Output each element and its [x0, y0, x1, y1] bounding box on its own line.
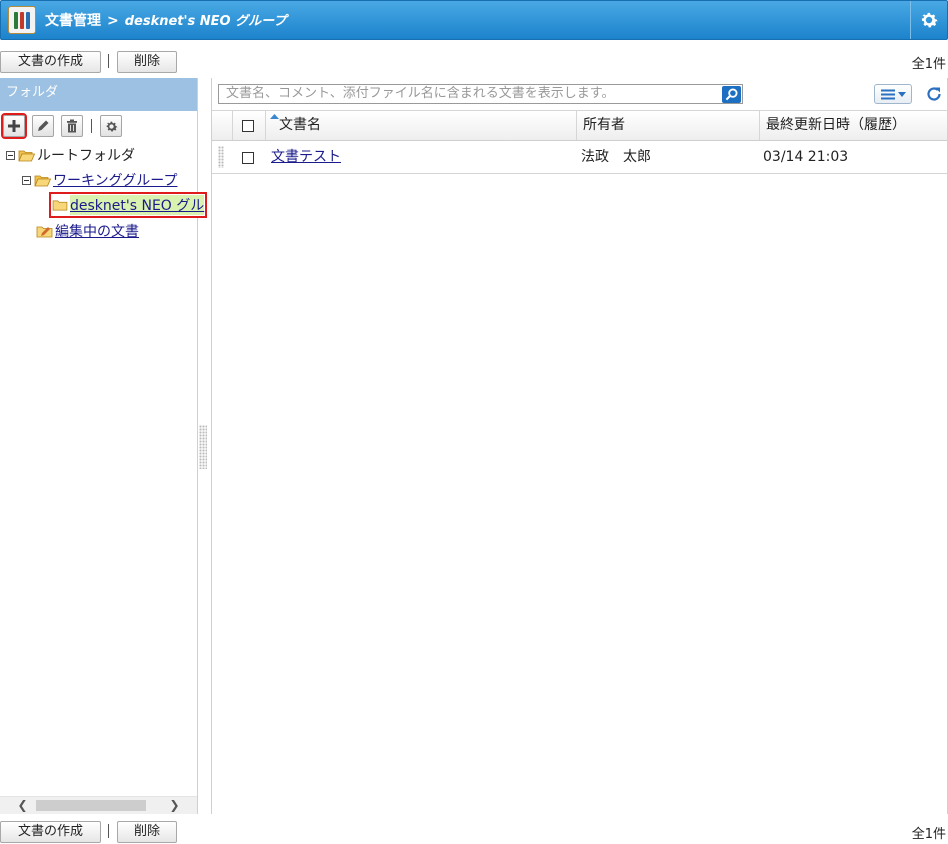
- trash-icon: [67, 119, 77, 133]
- search-input[interactable]: 文書名、コメント、添付ファイル名に含まれる文書を表示します。: [218, 84, 743, 104]
- current-folder-title: desknet's NEO グループ: [124, 14, 287, 29]
- scrollbar-thumb[interactable]: [36, 800, 146, 811]
- tree-item-selected-folder[interactable]: desknet's NEO グル: [49, 192, 208, 218]
- search-icon: [725, 88, 738, 101]
- chevron-down-icon: [897, 91, 906, 97]
- total-count-bottom: 全1件: [911, 827, 946, 842]
- sort-ascending-icon: [270, 114, 279, 119]
- table-row[interactable]: 文書テスト 法政 太郎 03/14 21:03: [212, 141, 947, 174]
- settings-button[interactable]: [910, 1, 947, 39]
- document-manager-icon: [8, 6, 36, 34]
- delete-folder-button[interactable]: [61, 115, 83, 137]
- collapse-icon[interactable]: [22, 175, 31, 185]
- tree-item-editing-docs[interactable]: 編集中の文書: [36, 221, 139, 241]
- editing-folder-icon: [36, 226, 53, 237]
- plus-icon: [8, 120, 20, 132]
- title-bar: 文書管理 > desknet's NEO グループ: [0, 0, 948, 40]
- column-header-updated-label: 最終更新日時（履歴）: [766, 117, 906, 133]
- toolbar-divider: [108, 54, 109, 68]
- select-all-column: [232, 111, 265, 140]
- collapse-icon[interactable]: [6, 150, 15, 160]
- row-drag-handle[interactable]: [218, 146, 224, 168]
- open-folder-icon: [34, 175, 51, 186]
- folder-panel-title: フォルダ: [0, 78, 197, 111]
- folder-settings-button[interactable]: [100, 115, 122, 137]
- column-header-updated[interactable]: 最終更新日時（履歴）: [759, 111, 947, 140]
- tree-label-root: ルートフォルダ: [37, 148, 135, 164]
- tree-item-working-group[interactable]: ワーキンググループ: [22, 170, 177, 190]
- list-view-icon: [880, 89, 895, 99]
- edit-folder-button[interactable]: [32, 115, 54, 137]
- column-header-owner-label: 所有者: [583, 117, 625, 133]
- gear-icon: [106, 121, 117, 132]
- tree-link-editing-docs[interactable]: 編集中の文書: [55, 221, 139, 241]
- delete-button-bottom[interactable]: 削除: [117, 821, 177, 843]
- table-header: 文書名 所有者 最終更新日時（履歴）: [212, 110, 947, 141]
- scroll-left-arrow-icon[interactable]: ❮: [14, 797, 31, 814]
- horizontal-scrollbar[interactable]: ❮ ❯: [0, 796, 197, 814]
- column-header-name[interactable]: 文書名: [265, 111, 576, 140]
- folder-tool-divider: [91, 119, 92, 133]
- toolbar-divider: [108, 824, 109, 838]
- delete-button[interactable]: 削除: [117, 51, 177, 73]
- folder-icon: [52, 200, 68, 211]
- breadcrumb: 文書管理 > desknet's NEO グループ: [45, 10, 286, 30]
- document-link[interactable]: 文書テスト: [271, 141, 341, 173]
- bottom-toolbar: 文書の作成 削除 全1件: [0, 820, 948, 844]
- column-header-name-label: 文書名: [279, 117, 321, 133]
- open-folder-icon: [18, 150, 35, 161]
- refresh-button[interactable]: [923, 84, 945, 104]
- search-button[interactable]: [722, 86, 741, 103]
- scroll-right-arrow-icon[interactable]: ❯: [166, 797, 183, 814]
- tree-link-working-group[interactable]: ワーキンググループ: [53, 170, 177, 190]
- tree-item-root[interactable]: ルートフォルダ: [6, 145, 135, 165]
- refresh-icon: [927, 87, 941, 101]
- column-header-owner[interactable]: 所有者: [576, 111, 759, 140]
- panel-splitter[interactable]: [199, 425, 207, 469]
- top-toolbar: 文書の作成 削除 全1件: [0, 50, 948, 74]
- view-options-button[interactable]: [874, 84, 912, 104]
- total-count: 全1件: [911, 57, 946, 72]
- row-checkbox[interactable]: [242, 152, 254, 164]
- pencil-icon: [38, 120, 49, 131]
- gear-icon: [921, 12, 938, 28]
- create-document-button-bottom[interactable]: 文書の作成: [0, 821, 101, 843]
- create-document-button[interactable]: 文書の作成: [0, 51, 101, 73]
- document-updated: 03/14 21:03: [763, 149, 849, 165]
- breadcrumb-separator: >: [107, 13, 119, 29]
- app-title: 文書管理: [45, 13, 101, 29]
- document-list-panel: 文書名、コメント、添付ファイル名に含まれる文書を表示します。 文書名 所有者 最…: [211, 78, 948, 814]
- document-owner: 法政 太郎: [581, 149, 651, 165]
- selected-folder-highlight[interactable]: desknet's NEO グル: [49, 192, 208, 218]
- add-folder-button[interactable]: [1, 113, 27, 139]
- folder-panel: フォルダ ルートフォルダ ワーキンググループ desknet's NEO グル …: [0, 78, 208, 814]
- select-all-checkbox[interactable]: [242, 120, 254, 132]
- tree-link-selected-folder[interactable]: desknet's NEO グル: [70, 195, 205, 215]
